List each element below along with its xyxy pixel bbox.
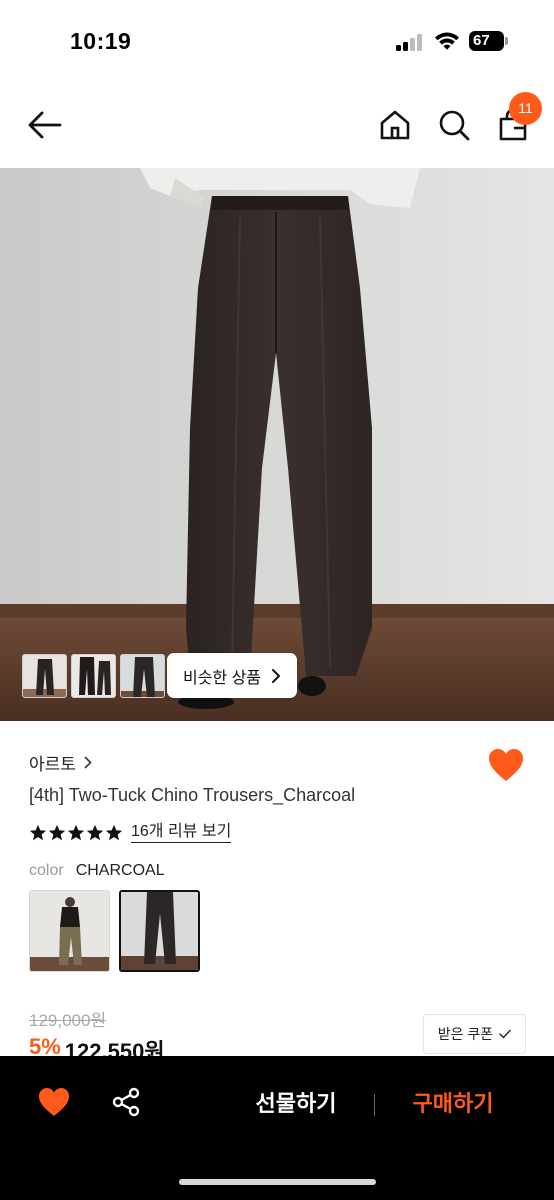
price-row: 5% 122,550원: [29, 1034, 165, 1056]
gift-button[interactable]: 선물하기: [240, 1086, 352, 1122]
top-nav-bar: [0, 84, 554, 168]
divider: [374, 1094, 375, 1116]
chevron-right-icon: [272, 668, 281, 683]
battery-level: 67: [469, 31, 504, 51]
back-arrow-icon[interactable]: [26, 106, 64, 144]
chevron-right-icon: [84, 756, 92, 769]
product-main-image[interactable]: [0, 168, 554, 721]
brand-link[interactable]: 아르토: [29, 750, 92, 775]
image-thumbnails: [22, 654, 165, 698]
buy-button[interactable]: 구매하기: [397, 1086, 509, 1122]
color-row: color CHARCOAL: [29, 862, 165, 880]
status-time: 10:19: [70, 28, 132, 54]
star-icon: [48, 824, 66, 840]
brand-name: 아르토: [29, 755, 76, 774]
signal-icon: [396, 33, 426, 51]
original-price: 129,000원: [29, 1011, 107, 1030]
status-bar: 10:19 67: [0, 0, 554, 84]
star-icon: [105, 824, 123, 840]
review-link[interactable]: 16개 리뷰 보기: [131, 822, 232, 843]
home-indicator[interactable]: [179, 1179, 376, 1185]
product-photo-trousers: [0, 168, 554, 721]
wishlist-heart-icon[interactable]: [37, 1086, 71, 1118]
check-icon: [499, 1029, 511, 1039]
discount-rate: 5%: [29, 1034, 61, 1056]
wishlist-heart-icon[interactable]: [487, 747, 525, 783]
wifi-icon: [435, 32, 459, 50]
similar-products-button[interactable]: 비슷한 상품: [167, 653, 297, 698]
battery-icon: 67: [469, 31, 509, 51]
color-value: CHARCOAL: [75, 862, 165, 879]
color-option-1[interactable]: [29, 890, 110, 972]
star-icon: [86, 824, 104, 840]
home-icon[interactable]: [378, 108, 412, 142]
star-icon: [29, 824, 47, 840]
thumbnail-1[interactable]: [22, 654, 67, 698]
star-icon: [67, 824, 85, 840]
product-name: [4th] Two-Tuck Chino Trousers_Charcoal: [29, 785, 356, 805]
thumbnail-3[interactable]: [120, 654, 165, 698]
share-icon[interactable]: [110, 1086, 142, 1118]
rating-stars: [29, 824, 123, 842]
coupon-label: 받은 쿠폰: [437, 1026, 494, 1042]
rating-row: 16개 리뷰 보기: [29, 822, 232, 843]
sale-price: 122,550원: [64, 1039, 165, 1056]
received-coupon-button[interactable]: 받은 쿠폰: [423, 1014, 526, 1054]
search-icon[interactable]: [437, 108, 471, 142]
thumbnail-2[interactable]: [71, 654, 116, 698]
similar-products-label: 비슷한 상품: [182, 669, 262, 687]
color-option-2-selected[interactable]: [119, 890, 200, 972]
cart-count-badge: 11: [509, 92, 542, 125]
color-key: color: [29, 862, 64, 879]
